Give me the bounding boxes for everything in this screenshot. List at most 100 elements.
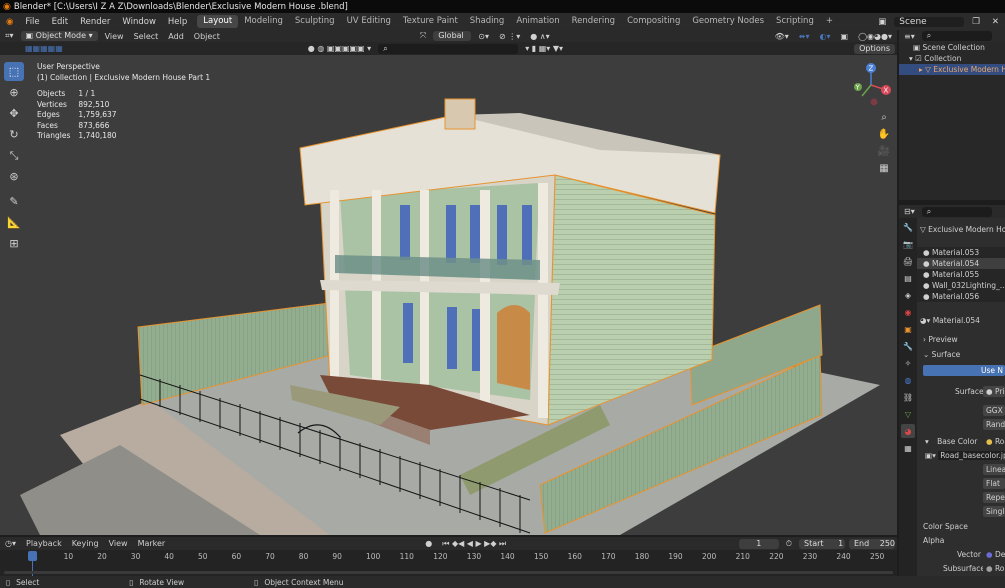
transform-orientation-icon[interactable]: ⤧ (415, 31, 431, 41)
annotate-tool-icon[interactable]: ✎ (4, 192, 24, 211)
object-mode-dropdown[interactable]: ▣ Object Mode ▾ (20, 31, 98, 41)
menu-select[interactable]: Select (129, 32, 164, 41)
particles-props-icon[interactable]: ✧ (901, 356, 915, 370)
properties-editor-icon[interactable]: ⊟▾ (899, 207, 920, 216)
menu-edit[interactable]: Edit (46, 17, 74, 27)
menu-object[interactable]: Object (189, 32, 225, 41)
3d-viewport[interactable]: ⬚ ⊕ ✥ ↻ ⤡ ⊛ ✎ 📐 ⊞ User Perspective (1) C… (0, 55, 897, 535)
proportional-edit-icon[interactable]: ● ∧▾ (525, 32, 554, 41)
cursor-tool-icon[interactable]: ⊕ (4, 83, 24, 102)
editor-type-icon[interactable]: ⌗▾ (0, 31, 19, 41)
tab-layout[interactable]: Layout (197, 15, 239, 28)
viewport-search-input[interactable]: ⌕ (378, 43, 519, 54)
tab-texture-paint[interactable]: Texture Paint (397, 15, 464, 28)
menu-window[interactable]: Window (116, 17, 162, 27)
menu-help[interactable]: Help (162, 17, 193, 27)
tab-animation[interactable]: Animation (510, 15, 565, 28)
tab-rendering[interactable]: Rendering (566, 15, 621, 28)
menu-view[interactable]: View (100, 32, 129, 41)
preview-panel-header[interactable]: › Preview (917, 334, 1005, 345)
camera-view-icon[interactable]: 🎥 (876, 144, 892, 160)
tab-geometry-nodes[interactable]: Geometry Nodes (686, 15, 770, 28)
xray-icon[interactable]: ▣ (836, 32, 854, 41)
scene-close-icon[interactable]: ✕ (986, 17, 1005, 27)
outliner-item-house[interactable]: ▸ ▽ Exclusive Modern Ho (899, 64, 1005, 75)
outliner-item-scene-collection[interactable]: ▣ Scene Collection (899, 42, 1005, 53)
timeline-area[interactable]: 1102030405060708090100110120130140150160… (0, 550, 897, 576)
tool-props-icon[interactable]: 🔧 (901, 220, 915, 234)
timeline-menu-keying[interactable]: Keying (67, 539, 104, 548)
subsurface-method-dropdown[interactable]: Rando (983, 419, 1005, 430)
material-slot[interactable]: ● Material.056 (917, 291, 1005, 302)
current-frame-field[interactable]: 1 (738, 538, 779, 549)
menu-file[interactable]: File (19, 17, 45, 27)
menu-render[interactable]: Render (74, 17, 116, 27)
material-slot[interactable]: ● Material.055 (917, 269, 1005, 280)
measure-tool-icon[interactable]: 📐 (4, 213, 24, 232)
outliner-editor-icon[interactable]: ≡▾ (899, 32, 920, 41)
material-props-icon[interactable]: ◕ (901, 424, 915, 438)
use-nodes-button[interactable]: Use N (923, 365, 1005, 376)
shading-modes-icon[interactable]: ◯◉◕●▾ (853, 32, 897, 41)
distribution-dropdown[interactable]: GGX (983, 405, 1005, 416)
projection-dropdown[interactable]: Flat (983, 478, 1005, 489)
surface-shader-field[interactable]: ● Prin (983, 386, 1005, 397)
outliner-search-input[interactable]: ⌕ (921, 31, 992, 41)
modifier-props-icon[interactable]: 🔧 (901, 339, 915, 353)
source-dropdown[interactable]: Single (983, 506, 1005, 517)
material-slot[interactable]: ● Material.054 (917, 258, 1005, 269)
preview-range-icon[interactable]: ⏱ (781, 539, 797, 549)
visibility-icon[interactable]: 👁▾ (770, 32, 794, 41)
scene-props-icon[interactable]: ◈ (901, 288, 915, 302)
timeline-menu-playback[interactable]: Playback (21, 539, 67, 548)
select-box-tool-icon[interactable]: ⬚ (4, 62, 24, 81)
pivot-icon[interactable]: ⊙▾ (473, 32, 494, 41)
render-props-icon[interactable]: 📷 (901, 237, 915, 251)
rotate-tool-icon[interactable]: ↻ (4, 125, 24, 144)
physics-props-icon[interactable]: ◍ (901, 373, 915, 387)
texture-props-icon[interactable]: ▦ (901, 441, 915, 455)
world-props-icon[interactable]: ◉ (901, 305, 915, 319)
playback-controls[interactable]: ⏮ ◆◀ ◀ ▶ ▶◆ ⏭ (437, 539, 511, 549)
scene-icon[interactable]: ▣ (872, 17, 892, 27)
zoom-icon[interactable]: ⌕ (876, 110, 892, 126)
menu-add[interactable]: Add (163, 32, 189, 41)
outliner-item-collection[interactable]: ▾ ☑ Collection (899, 53, 1005, 64)
blender-menu-icon[interactable]: ◉ (0, 17, 19, 27)
transform-tool-icon[interactable]: ⊛ (4, 167, 24, 186)
subsurface-link[interactable]: ● Rou (983, 563, 1005, 574)
data-props-icon[interactable]: ▽ (901, 407, 915, 421)
add-workspace-icon[interactable]: + (820, 15, 839, 28)
base-color-link[interactable]: ● Roa (983, 436, 1005, 447)
timeline-editor-icon[interactable]: ◷▾ (0, 539, 21, 548)
gizmo-toggle-icon[interactable]: ⬌▾ (794, 32, 815, 41)
interpolation-dropdown[interactable]: Linear (983, 464, 1005, 475)
timeline-scrollbar[interactable] (4, 571, 893, 574)
end-frame-field[interactable]: End 250 (849, 538, 895, 549)
move-tool-icon[interactable]: ✥ (4, 104, 24, 123)
scene-selector[interactable]: Scene (894, 16, 965, 27)
ortho-grid-icon[interactable]: ▦ (876, 161, 892, 177)
filter-icons[interactable]: ▾ ▮ ▦▾ ▼▾ (520, 44, 568, 53)
extension-dropdown[interactable]: Repeat (983, 492, 1005, 503)
select-mode-icons[interactable]: ▦▦▦▦▦ (20, 44, 68, 53)
tab-uv-editing[interactable]: UV Editing (341, 15, 397, 28)
vector-link[interactable]: ● Def (983, 549, 1005, 560)
record-icon[interactable]: ● (420, 539, 437, 548)
active-material-row[interactable]: ◕▾ Material.054 (917, 315, 1005, 326)
navigation-gizmo[interactable]: Z X Y (848, 62, 894, 108)
transform-orientation-dropdown[interactable]: Global (433, 31, 472, 41)
tab-modeling[interactable]: Modeling (238, 15, 289, 28)
add-cube-tool-icon[interactable]: ⊞ (4, 234, 24, 253)
object-props-icon[interactable]: ▣ (901, 322, 915, 336)
image-texture-row[interactable]: ▣▾ Road_basecolor.jpg.0 (917, 450, 1005, 461)
playhead[interactable] (28, 551, 37, 561)
properties-search-input[interactable]: ⌕ (921, 206, 992, 217)
surface-panel-header[interactable]: ⌄ Surface (917, 349, 1005, 360)
material-slot[interactable]: ● Wall_032Lighting_...rey (917, 280, 1005, 291)
tab-shading[interactable]: Shading (464, 15, 511, 28)
tab-compositing[interactable]: Compositing (621, 15, 686, 28)
material-slot[interactable]: ● Material.053 (917, 247, 1005, 258)
pan-hand-icon[interactable]: ✋ (876, 127, 892, 143)
timeline-menu-marker[interactable]: Marker (133, 539, 171, 548)
